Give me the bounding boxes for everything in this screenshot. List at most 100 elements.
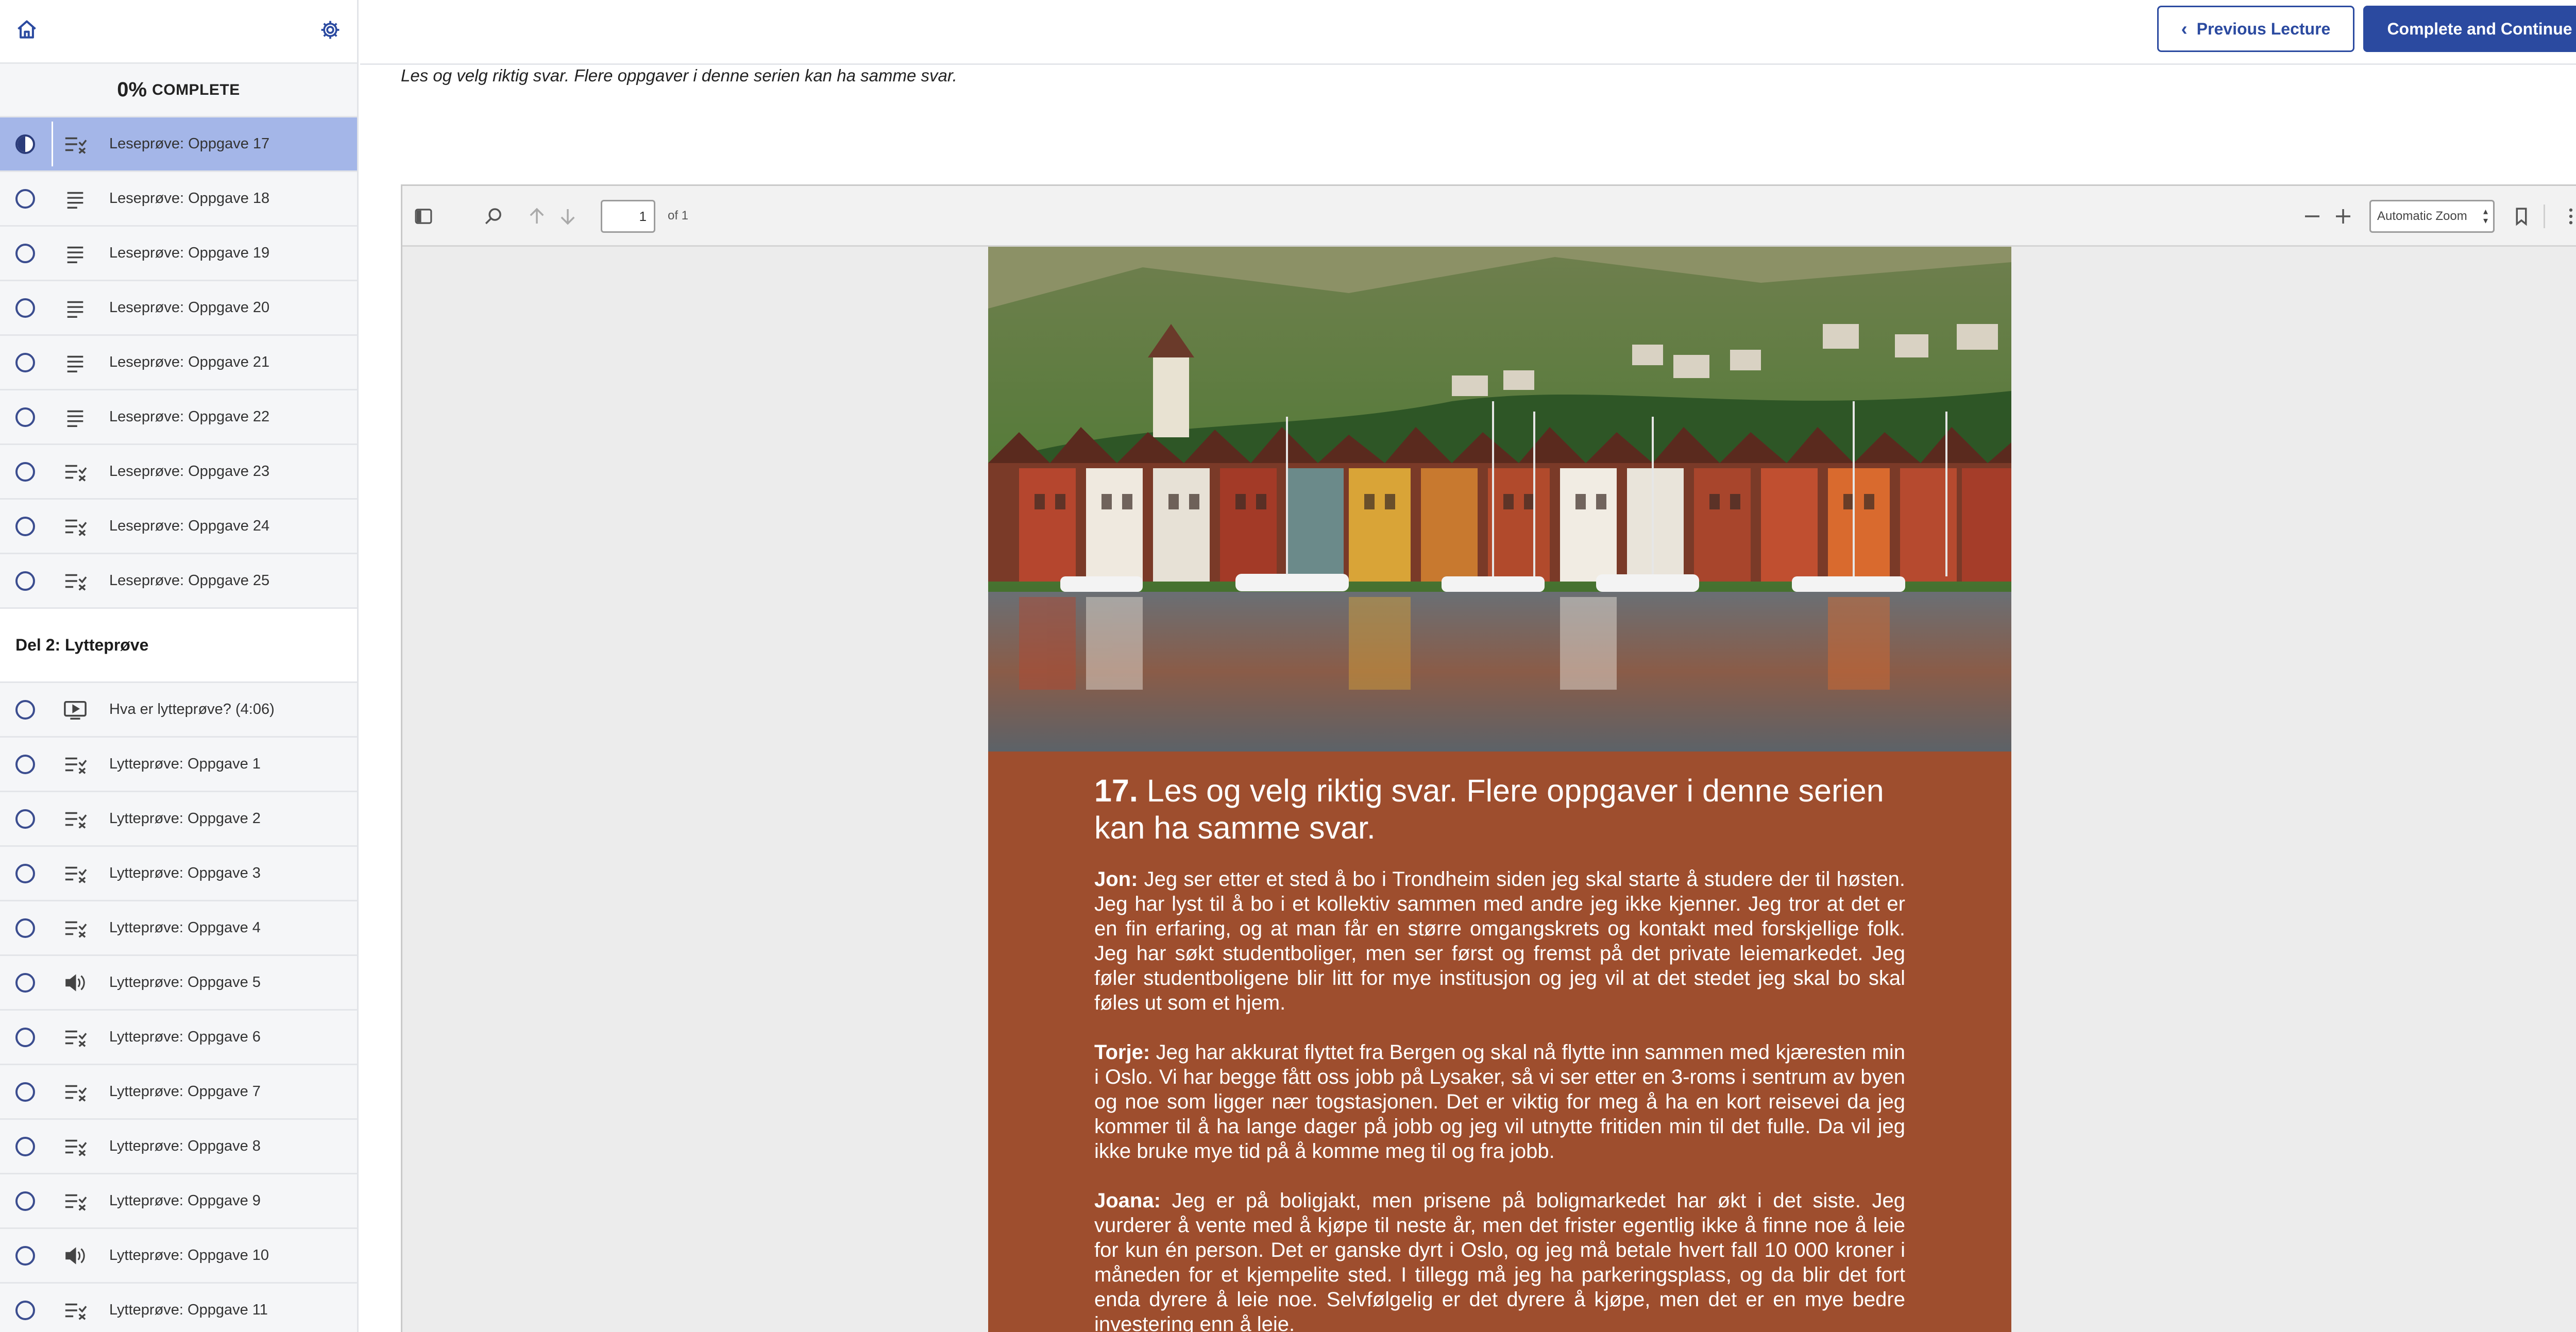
lesson-list-section-2: Hva er lytteprøve? (4:06) Lytteprøve: Opp… <box>0 683 357 1332</box>
pdf-page: 17. Les og velg riktig svar. Flere oppga… <box>988 247 2011 1332</box>
quiz-icon <box>62 809 89 829</box>
lesson-item[interactable]: Lytteprøve: Oppgave 10 <box>0 1229 357 1284</box>
lesson-item[interactable]: Leseprøve: Oppgave 20 <box>0 281 357 336</box>
zoom-out-icon[interactable] <box>2301 206 2323 227</box>
sidebar-header <box>0 0 357 64</box>
lesson-title: Lytteprøve: Oppgave 8 <box>109 1138 261 1154</box>
lesson-item[interactable]: Leseprøve: Oppgave 19 <box>0 227 357 281</box>
progress-label: COMPLETE <box>152 81 240 98</box>
text-icon <box>62 298 89 318</box>
previous-lecture-button[interactable]: ‹ Previous Lecture <box>2157 6 2354 52</box>
lesson-item[interactable]: Lytteprøve: Oppgave 9 <box>0 1174 357 1229</box>
paragraph-torje: Torje: Jeg har akkurat flyttet fra Berge… <box>1094 1040 1905 1164</box>
lesson-item[interactable]: Lytteprøve: Oppgave 11 <box>0 1284 357 1332</box>
lesson-title: Lytteprøve: Oppgave 10 <box>109 1247 269 1263</box>
lesson-item[interactable]: Leseprøve: Oppgave 22 <box>0 390 357 445</box>
lesson-item[interactable]: Lytteprøve: Oppgave 6 <box>0 1011 357 1065</box>
incomplete-status-icon <box>15 1245 35 1266</box>
lesson-title: Lytteprøve: Oppgave 2 <box>109 810 261 827</box>
lesson-title: Lytteprøve: Oppgave 9 <box>109 1192 261 1209</box>
zoom-in-icon[interactable] <box>2332 206 2354 227</box>
bookmark-icon[interactable] <box>2511 206 2532 227</box>
zoom-select[interactable]: Automatic Zoom ▴ ▾ <box>2369 200 2495 233</box>
speaker-name: Torje: <box>1094 1041 1150 1064</box>
quiz-icon <box>62 863 89 884</box>
quiz-icon <box>62 1300 89 1321</box>
article-title-text: Les og velg riktig svar. Flere oppgaver … <box>1094 773 1884 845</box>
lesson-item[interactable]: Leseprøve: Oppgave 17 <box>0 117 357 172</box>
previous-page-icon[interactable] <box>526 206 548 227</box>
lesson-item[interactable]: Leseprøve: Oppgave 23 <box>0 445 357 500</box>
incomplete-status-icon <box>15 243 35 263</box>
lesson-item[interactable]: Lytteprøve: Oppgave 7 <box>0 1065 357 1120</box>
incomplete-status-icon <box>15 1027 35 1047</box>
video-icon <box>62 699 89 720</box>
next-page-icon[interactable] <box>557 206 579 227</box>
home-icon[interactable] <box>15 19 38 44</box>
article-card: 17. Les og velg riktig svar. Flere oppga… <box>988 752 2011 1332</box>
incomplete-status-icon <box>15 189 35 209</box>
lesson-item[interactable]: Lytteprøve: Oppgave 8 <box>0 1120 357 1174</box>
paragraph-text: Jeg er på boligjakt, men prisene på boli… <box>1094 1189 1905 1332</box>
quiz-icon <box>62 754 89 775</box>
lesson-item[interactable]: Leseprøve: Oppgave 18 <box>0 172 357 227</box>
incomplete-status-icon <box>15 699 35 720</box>
lesson-title: Leseprøve: Oppgave 22 <box>109 408 270 425</box>
course-sidebar: 0% COMPLETE Leseprøve: Oppgave 17 Leseprø… <box>0 0 359 1332</box>
lesson-title: Lytteprøve: Oppgave 11 <box>109 1302 268 1318</box>
quiz-icon <box>62 1082 89 1102</box>
incomplete-status-icon <box>15 809 35 829</box>
lesson-list-section-1: Leseprøve: Oppgave 17 Leseprøve: Oppgave … <box>0 117 357 609</box>
lesson-item[interactable]: Leseprøve: Oppgave 24 <box>0 500 357 554</box>
text-icon <box>62 352 89 373</box>
chevron-left-icon: ‹ <box>2181 18 2188 39</box>
incomplete-status-icon <box>15 1191 35 1211</box>
quiz-icon <box>62 1027 89 1048</box>
incomplete-status-icon <box>15 1082 35 1102</box>
pdf-viewer: 1 of 1 Automatic Zoom ▴ ▾ 17. Les og vel… <box>401 184 2576 1332</box>
in-progress-status-icon <box>15 134 35 154</box>
quiz-icon <box>62 1191 89 1211</box>
lesson-item[interactable]: Lytteprøve: Oppgave 3 <box>0 847 357 901</box>
sidebar-toggle-icon[interactable] <box>413 206 434 227</box>
lesson-item[interactable]: Lytteprøve: Oppgave 4 <box>0 901 357 956</box>
lesson-item[interactable]: Leseprøve: Oppgave 25 <box>0 554 357 609</box>
text-icon <box>62 243 89 264</box>
toolbar-divider <box>2544 204 2545 228</box>
lesson-item[interactable]: Lytteprøve: Oppgave 5 <box>0 956 357 1011</box>
lesson-title: Leseprøve: Oppgave 17 <box>109 135 270 152</box>
lesson-item[interactable]: Lytteprøve: Oppgave 2 <box>0 792 357 847</box>
lesson-title: Leseprøve: Oppgave 20 <box>109 299 270 316</box>
complete-and-continue-button[interactable]: Complete and Continue › <box>2363 6 2576 52</box>
quiz-icon <box>62 516 89 537</box>
quiz-icon <box>62 1136 89 1157</box>
lesson-title: Hva er lytteprøve? (4:06) <box>109 701 275 718</box>
lesson-title: Lytteprøve: Oppgave 1 <box>109 756 261 772</box>
gear-icon[interactable] <box>319 19 342 44</box>
lesson-item[interactable]: Leseprøve: Oppgave 21 <box>0 336 357 390</box>
lesson-title: Lytteprøve: Oppgave 6 <box>109 1029 261 1045</box>
more-tools-icon[interactable] <box>2560 206 2576 227</box>
article-number: 17. <box>1094 773 1138 808</box>
incomplete-status-icon <box>15 972 35 993</box>
incomplete-status-icon <box>15 407 35 427</box>
incomplete-status-icon <box>15 863 35 883</box>
quiz-icon <box>62 134 89 155</box>
pdf-toolbar: 1 of 1 Automatic Zoom ▴ ▾ <box>402 186 2576 247</box>
page-count: of 1 <box>668 209 689 223</box>
lesson-title: Leseprøve: Oppgave 21 <box>109 354 270 370</box>
progress-percent: 0% <box>117 78 147 101</box>
incomplete-status-icon <box>15 298 35 318</box>
lesson-title: Leseprøve: Oppgave 23 <box>109 463 270 480</box>
text-icon <box>62 189 89 209</box>
incomplete-status-icon <box>15 516 35 536</box>
page-number-input[interactable]: 1 <box>601 200 655 233</box>
incomplete-status-icon <box>15 1136 35 1156</box>
paragraph-text: Jeg ser etter et sted å bo i Trondheim s… <box>1094 868 1905 1014</box>
lesson-title: Leseprøve: Oppgave 25 <box>109 572 270 589</box>
zoom-value: Automatic Zoom <box>2377 209 2467 223</box>
lesson-item[interactable]: Hva er lytteprøve? (4:06) <box>0 683 357 738</box>
lesson-item[interactable]: Lytteprøve: Oppgave 1 <box>0 738 357 792</box>
search-icon[interactable] <box>483 206 504 227</box>
lesson-title: Lytteprøve: Oppgave 7 <box>109 1083 261 1100</box>
